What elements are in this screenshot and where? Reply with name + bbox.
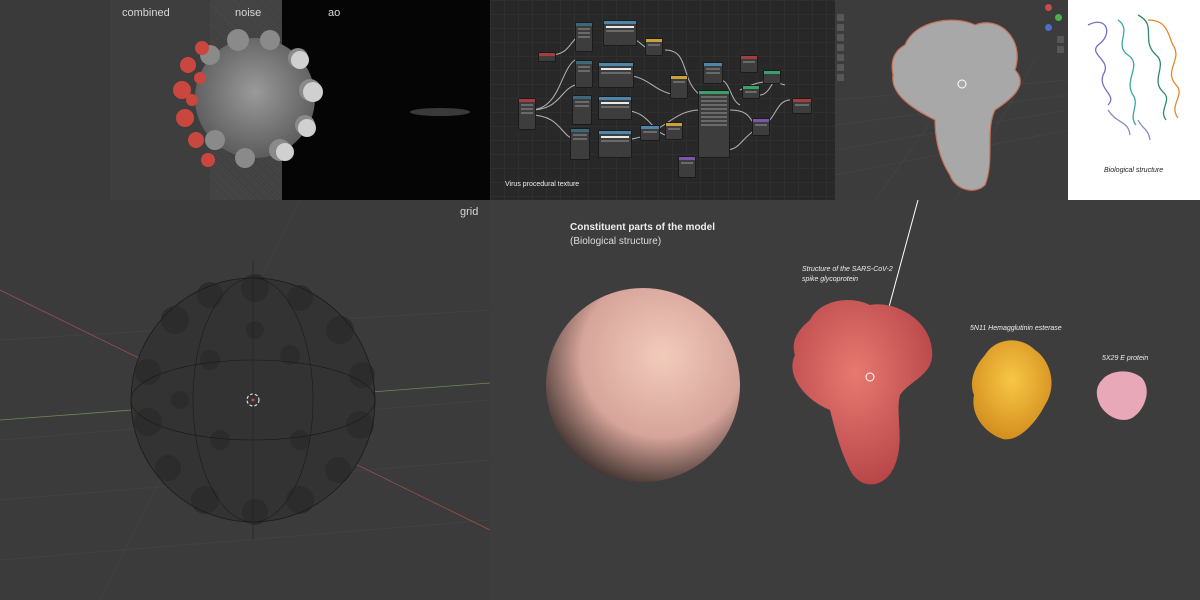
node-math2[interactable] (670, 75, 688, 99)
viewport-scene (835, 19, 1068, 200)
node-f[interactable] (678, 156, 696, 178)
e-protein-label: 5X29 E protein (1102, 355, 1149, 362)
annotate-tool-icon[interactable] (837, 74, 844, 81)
node-h[interactable] (742, 85, 760, 99)
grid-label: grid (460, 206, 479, 218)
scale-tool-icon[interactable] (837, 54, 844, 61)
axis-y-icon[interactable] (1055, 14, 1062, 21)
node-math4[interactable] (640, 125, 660, 141)
pan-icon[interactable] (1057, 46, 1064, 53)
transform-tool-icon[interactable] (837, 64, 844, 71)
spike-protein (792, 300, 933, 485)
ribbon-structure-illustration (1087, 14, 1180, 141)
node-b[interactable] (575, 22, 593, 52)
node-d[interactable] (572, 95, 592, 125)
ao-label: ao (328, 7, 341, 19)
node-ramp2[interactable] (598, 62, 634, 88)
render-passes-panel: combined noise ao (110, 0, 490, 200)
node-e[interactable] (570, 128, 590, 160)
cursor-tool-icon[interactable] (837, 24, 844, 31)
node-texcoord[interactable] (518, 98, 536, 130)
node-mix1[interactable] (703, 62, 723, 84)
ao-pass-glow (410, 108, 470, 116)
node-principled-bsdf[interactable] (698, 90, 730, 158)
spike-glycoprotein-mesh[interactable] (891, 19, 1021, 191)
noise-label: noise (235, 7, 262, 19)
node-a[interactable] (538, 52, 556, 62)
node-editor-caption: Virus procedural texture (505, 181, 580, 188)
parts-render (546, 200, 1147, 485)
node-math1[interactable] (645, 38, 663, 56)
shader-node-editor[interactable]: Virus procedural texture (490, 0, 835, 200)
spike-label-line1: Structure of the SARS-CoV-2 (802, 266, 893, 273)
hemagglutinin-esterase (971, 340, 1052, 440)
rotate-tool-icon[interactable] (837, 44, 844, 51)
axis-x-icon[interactable] (1045, 4, 1052, 11)
select-tool-icon[interactable] (837, 14, 844, 21)
node-j[interactable] (752, 118, 770, 136)
e-protein (1096, 371, 1147, 420)
spike-label-line2: spike glycoprotein (802, 276, 859, 283)
virus-render-svg (173, 29, 470, 168)
combined-label: combined (122, 7, 170, 19)
zoom-icon[interactable] (1057, 36, 1064, 43)
axis-z-icon[interactable] (1045, 24, 1052, 31)
virus-body (546, 288, 740, 482)
structure-caption: Biological structure (1104, 167, 1164, 174)
grid-viewport[interactable]: grid (0, 200, 490, 600)
node-g[interactable] (740, 55, 758, 73)
grid-scene (0, 200, 490, 600)
node-c[interactable] (575, 60, 593, 88)
hemagglutinin-label: 5N11 Hemagglutinin esterase (970, 325, 1062, 332)
move-tool-icon[interactable] (837, 34, 844, 41)
node-math3[interactable] (665, 122, 683, 140)
constituent-parts-panel: Constituent parts of the model (Biologic… (490, 200, 1200, 600)
node-ramp3[interactable] (598, 96, 632, 120)
biological-structure-panel: Biological structure (1068, 0, 1200, 200)
node-ramp4[interactable] (598, 130, 632, 158)
node-i[interactable] (763, 70, 781, 84)
node-ramp1[interactable] (603, 20, 637, 46)
node-material-output[interactable] (792, 98, 812, 114)
3d-viewport[interactable] (835, 0, 1068, 200)
node-links (529, 34, 791, 151)
